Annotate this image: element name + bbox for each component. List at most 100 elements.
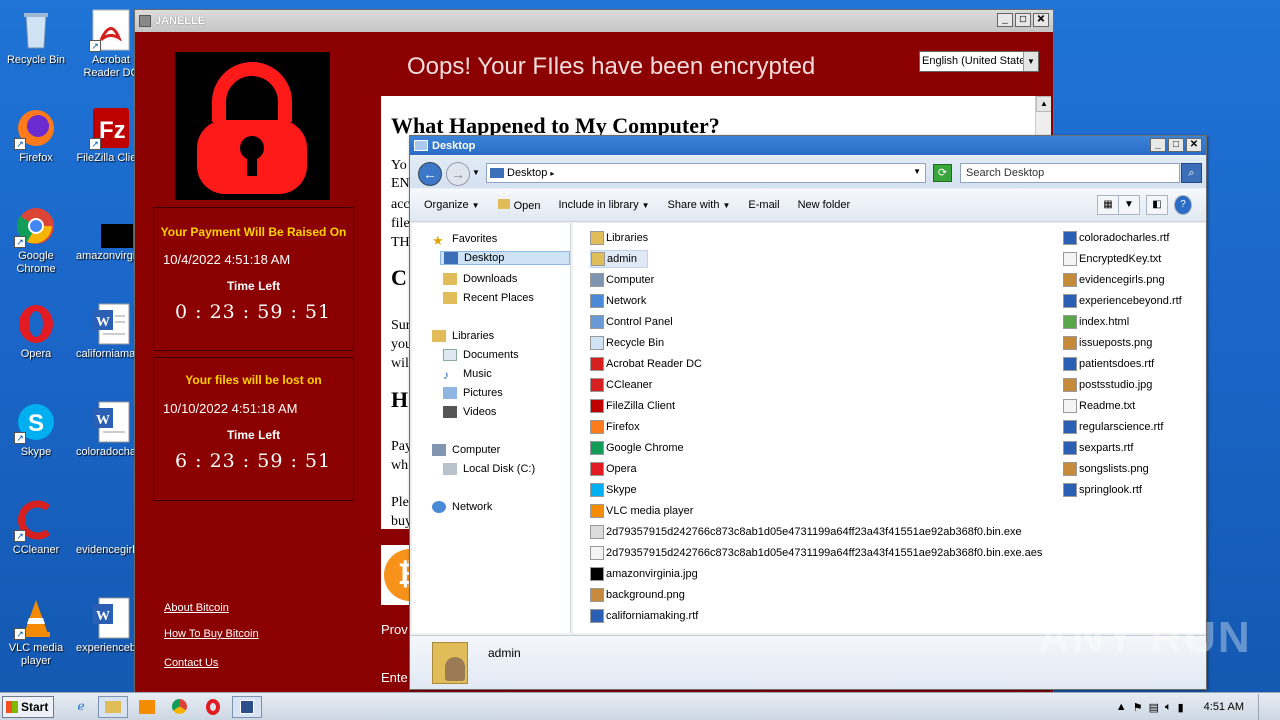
contact-us-link[interactable]: Contact Us — [164, 657, 218, 669]
volume-icon[interactable]: 🔈︎ — [1165, 701, 1172, 714]
file-item[interactable]: index.html — [1063, 313, 1129, 331]
minimize-button[interactable]: _ — [1150, 138, 1166, 152]
nav-item-downloads[interactable]: Downloads — [443, 273, 517, 285]
file-item[interactable]: EncryptedKey.txt — [1063, 250, 1161, 268]
action-center-icon[interactable]: ⚑ — [1133, 701, 1143, 714]
desktop-icon-skype[interactable]: S ↗ Skype — [1, 400, 71, 459]
back-arrow-icon[interactable]: ← — [418, 162, 442, 186]
nav-favorites[interactable]: ★ Favorites — [432, 233, 497, 248]
file-item[interactable]: Acrobat Reader DC — [590, 355, 702, 373]
file-item[interactable]: issueposts.png — [1063, 334, 1152, 352]
refresh-icon[interactable]: ⟳ — [933, 164, 952, 182]
file-item[interactable]: Readme.txt — [1063, 397, 1135, 415]
file-item[interactable]: background.png — [590, 586, 685, 604]
network-tray-icon[interactable]: ▤ — [1149, 701, 1159, 714]
file-item[interactable]: evidencegirls.png — [1063, 271, 1165, 289]
maximize-button[interactable]: □ — [1015, 13, 1031, 27]
nav-item-pictures[interactable]: Pictures — [443, 387, 503, 399]
nav-item-documents[interactable]: Documents — [443, 349, 519, 361]
about-bitcoin-link[interactable]: About Bitcoin — [164, 602, 229, 614]
open-button[interactable]: Open — [497, 198, 540, 212]
close-button[interactable]: ✕ — [1033, 13, 1049, 27]
file-item[interactable]: CCleaner — [590, 376, 652, 394]
search-icon[interactable]: ⌕ — [1181, 163, 1202, 183]
wordpad-document-icon — [1063, 420, 1077, 434]
file-item-label: amazonvirginia.jpg — [606, 568, 698, 580]
address-field[interactable]: Desktop ▸ ▼ — [486, 163, 926, 183]
nav-libraries[interactable]: Libraries — [432, 330, 494, 342]
include-in-library-button[interactable]: Include in library ▼ — [558, 199, 649, 211]
close-button[interactable]: ✕ — [1186, 138, 1202, 152]
file-item[interactable]: springlook.rtf — [1063, 481, 1142, 499]
file-item[interactable]: Recycle Bin — [590, 334, 664, 352]
desktop-icon-vlc[interactable]: ↗ VLC media player — [1, 596, 71, 668]
file-item[interactable]: californiamaking.rtf — [590, 607, 698, 625]
nav-item-local-disk[interactable]: Local Disk (C:) — [443, 463, 535, 475]
file-item[interactable]: admin — [590, 250, 648, 268]
nav-computer[interactable]: Computer — [432, 444, 500, 456]
file-item[interactable]: postsstudio.jpg — [1063, 376, 1152, 394]
ransom-titlebar[interactable]: JANELLE _ □ ✕ — [135, 10, 1053, 32]
nav-item-recent-places[interactable]: Recent Places — [443, 292, 534, 304]
file-item[interactable]: Opera — [590, 460, 637, 478]
file-item[interactable]: Network — [590, 292, 646, 310]
file-item[interactable]: Control Panel — [590, 313, 673, 331]
file-item[interactable]: patientsdoes.rtf — [1063, 355, 1154, 373]
minimize-button[interactable]: _ — [997, 13, 1013, 27]
file-item[interactable]: experiencebeyond.rtf — [1063, 292, 1182, 310]
file-item[interactable]: coloradocharles.rtf — [1063, 229, 1170, 247]
file-item[interactable]: songslists.png — [1063, 460, 1149, 478]
file-item[interactable]: amazonvirginia.jpg — [590, 565, 698, 583]
file-item[interactable]: regularscience.rtf — [1063, 418, 1163, 436]
chrome-taskbar-icon[interactable] — [164, 696, 194, 718]
email-button[interactable]: E-mail — [748, 199, 779, 211]
nav-item-desktop[interactable]: Desktop — [440, 251, 570, 265]
show-desktop-button[interactable] — [1258, 694, 1272, 720]
view-options-chevron-icon[interactable]: ▼ — [1118, 195, 1140, 215]
file-item[interactable]: Libraries — [590, 229, 648, 247]
share-with-button[interactable]: Share with ▼ — [668, 199, 731, 211]
desktop-icon-ccleaner[interactable]: ↗ CCleaner — [1, 498, 71, 557]
file-item[interactable]: 2d79357915d242766c873c8ab1d05e4731199a64… — [590, 523, 1022, 541]
file-item[interactable]: VLC media player — [590, 502, 693, 520]
explorer-taskbar-icon[interactable] — [98, 696, 128, 718]
show-hidden-icons-icon[interactable]: ▲ — [1116, 701, 1127, 713]
desktop-icon-recycle-bin[interactable]: Recycle Bin — [1, 8, 71, 67]
forward-arrow-icon[interactable]: → — [446, 162, 470, 186]
desktop-icon-firefox[interactable]: ↗ Firefox — [1, 106, 71, 165]
desktop-icon-opera[interactable]: Opera — [1, 302, 71, 361]
file-item[interactable]: Google Chrome — [590, 439, 684, 457]
file-item[interactable]: sexparts.rtf — [1063, 439, 1133, 457]
opera-taskbar-icon[interactable] — [198, 696, 228, 718]
power-icon[interactable]: ▮ — [1178, 701, 1184, 714]
language-select[interactable]: English (United States) ▼ — [919, 51, 1039, 72]
search-input[interactable]: Search Desktop ⌕ — [960, 163, 1202, 183]
files-lost-timer: 6 : 23 : 59 : 51 — [175, 450, 332, 472]
internet-explorer-taskbar-icon[interactable]: ℯ — [66, 696, 96, 718]
change-view-icon[interactable]: ▦ — [1097, 195, 1119, 215]
recent-pages-chevron-icon[interactable]: ▼ — [472, 168, 480, 177]
desktop-icon-chrome[interactable]: ↗ Google Chrome — [1, 204, 71, 276]
file-item[interactable]: Skype — [590, 481, 637, 499]
file-item[interactable]: 2d79357915d242766c873c8ab1d05e4731199a64… — [590, 544, 1042, 562]
organize-button[interactable]: Organize ▼ — [424, 199, 480, 211]
explorer-titlebar[interactable]: Desktop _ □ ✕ — [410, 136, 1206, 155]
file-item[interactable]: Computer — [590, 271, 654, 289]
chevron-down-icon[interactable]: ▼ — [913, 167, 921, 176]
start-button[interactable]: Start — [2, 696, 54, 718]
maximize-button[interactable]: □ — [1168, 138, 1184, 152]
file-item[interactable]: FileZilla Client — [590, 397, 675, 415]
nav-item-videos[interactable]: Videos — [443, 406, 496, 418]
clock[interactable]: 4:51 AM — [1204, 701, 1244, 713]
open-folder-icon — [497, 198, 510, 209]
nav-network[interactable]: Network — [432, 501, 492, 513]
new-folder-button[interactable]: New folder — [798, 199, 851, 211]
scroll-up-arrow-icon[interactable]: ▲ — [1036, 96, 1051, 112]
help-icon[interactable]: ? — [1174, 195, 1192, 215]
nav-item-music[interactable]: ♪ Music — [443, 368, 492, 382]
preview-pane-icon[interactable]: ◧ — [1146, 195, 1168, 215]
how-to-buy-bitcoin-link[interactable]: How To Buy Bitcoin — [164, 628, 259, 640]
file-item[interactable]: Firefox — [590, 418, 640, 436]
ransom-app-taskbar-icon[interactable] — [232, 696, 262, 718]
media-player-taskbar-icon[interactable] — [132, 696, 162, 718]
